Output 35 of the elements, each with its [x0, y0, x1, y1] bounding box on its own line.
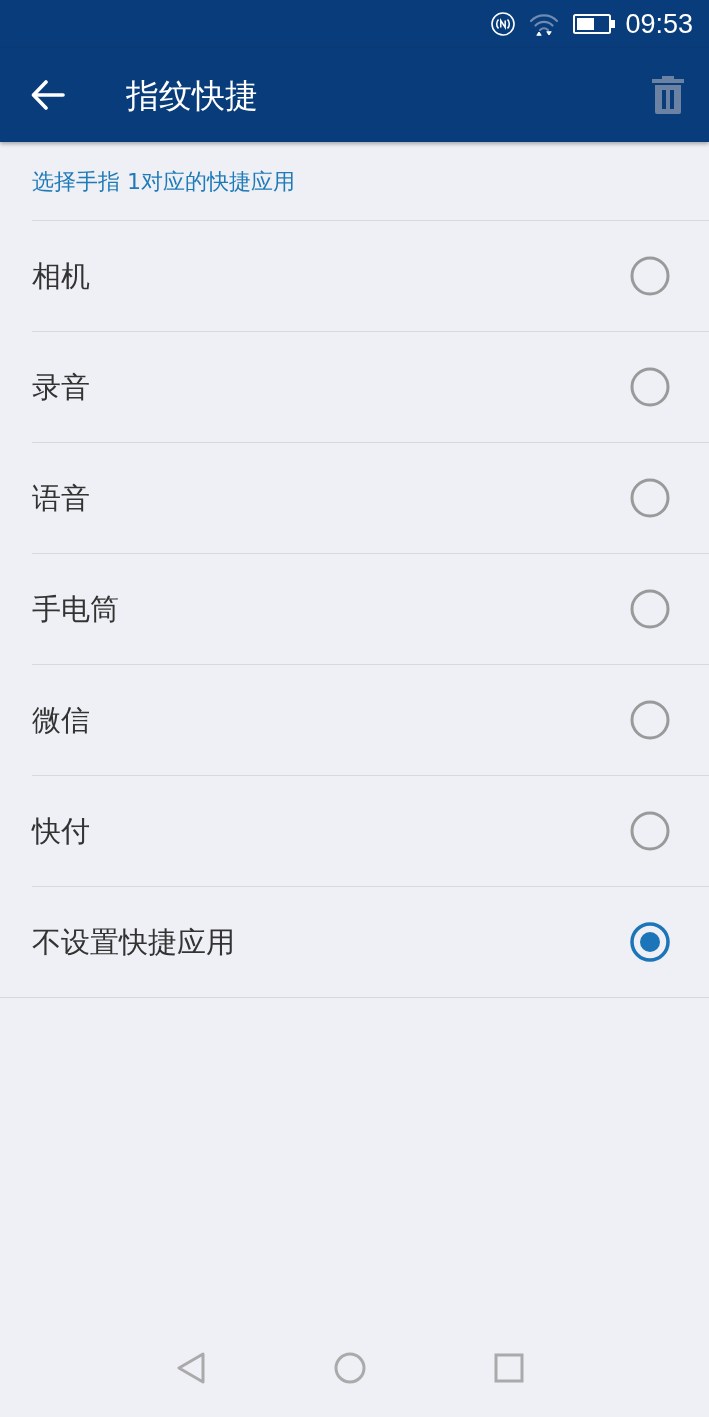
nfc-icon [491, 12, 516, 36]
option-row[interactable]: 不设置快捷应用 [32, 887, 709, 997]
trash-icon [652, 76, 684, 114]
radio-button[interactable] [630, 478, 670, 518]
wifi-icon [529, 12, 560, 36]
option-label: 录音 [32, 372, 90, 402]
radio-button[interactable] [630, 367, 670, 407]
option-label: 语音 [32, 483, 90, 513]
option-row[interactable]: 录音 [32, 332, 709, 442]
nav-back-button[interactable] [175, 1352, 206, 1384]
option-row[interactable]: 手电筒 [32, 554, 709, 664]
option-row[interactable]: 快付 [32, 776, 709, 886]
triangle-back-icon [175, 1352, 206, 1384]
circle-home-icon [333, 1352, 366, 1384]
radio-button[interactable] [630, 589, 670, 629]
radio-button[interactable] [630, 922, 670, 962]
radio-button[interactable] [630, 700, 670, 740]
section-subtitle: 选择手指 1对应的快捷应用 [32, 171, 295, 193]
status-time: 09:53 [625, 10, 693, 38]
option-row[interactable]: 相机 [32, 221, 709, 331]
radio-button[interactable] [630, 256, 670, 296]
battery-icon [573, 14, 616, 34]
option-label: 手电筒 [32, 594, 119, 624]
nav-recent-button[interactable] [493, 1353, 524, 1383]
back-button[interactable] [30, 77, 66, 113]
option-label: 不设置快捷应用 [32, 927, 235, 957]
radio-button[interactable] [630, 811, 670, 851]
option-row[interactable]: 微信 [32, 665, 709, 775]
app-bar-title: 指纹快捷 [126, 78, 258, 112]
square-recent-icon [493, 1353, 524, 1383]
option-row[interactable]: 语音 [32, 443, 709, 553]
option-label: 相机 [32, 261, 90, 291]
nav-home-button[interactable] [333, 1352, 366, 1384]
option-label: 快付 [32, 816, 90, 846]
option-label: 微信 [32, 705, 90, 735]
